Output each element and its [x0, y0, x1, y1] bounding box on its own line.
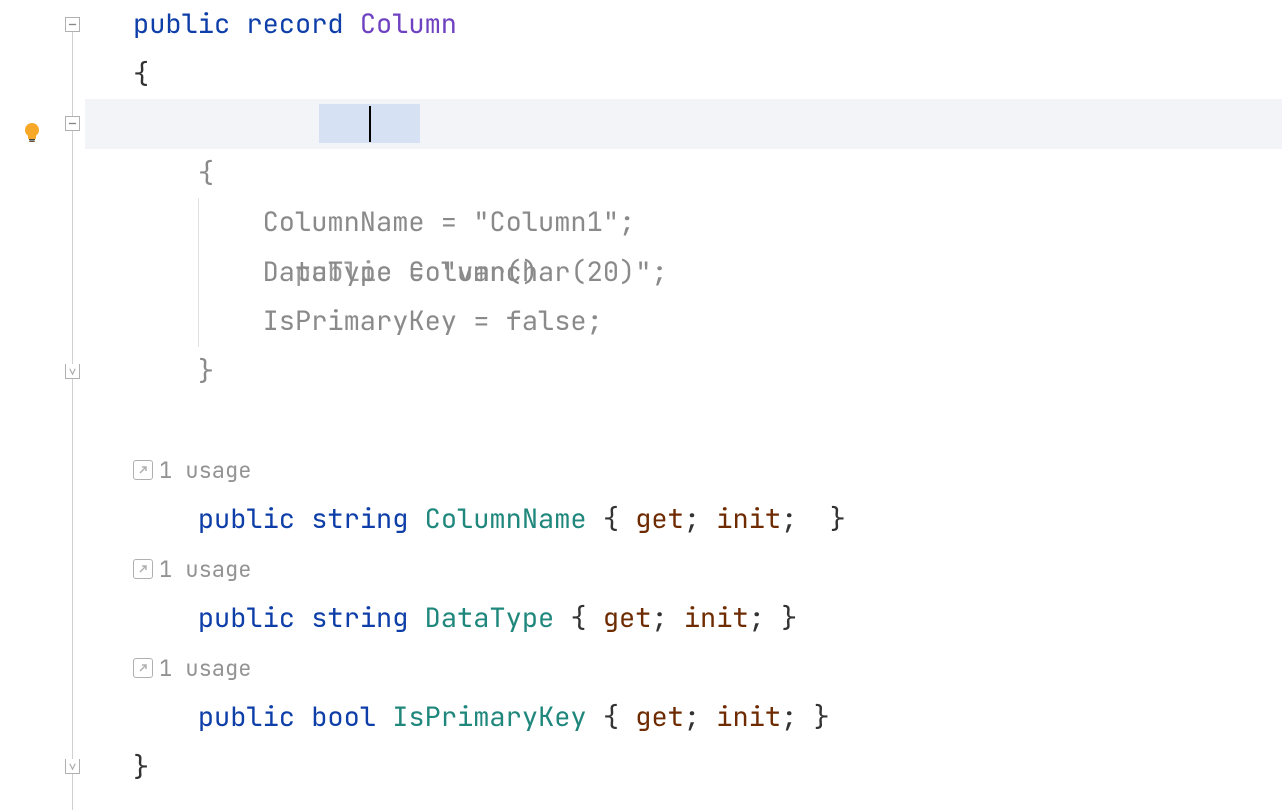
usage-arrow-icon: [133, 658, 153, 678]
code-area[interactable]: public record Column { public Column() {…: [85, 0, 1282, 810]
code-line[interactable]: }: [85, 743, 1282, 793]
gutter: [0, 0, 65, 810]
usage-arrow-icon: [133, 460, 153, 480]
code-line[interactable]: {: [85, 149, 1282, 199]
fold-end-icon[interactable]: [65, 759, 80, 774]
text-caret: [369, 106, 371, 142]
code-line[interactable]: public bool IsPrimaryKey { get; init; }: [85, 693, 1282, 743]
lightbulb-icon[interactable]: [20, 112, 44, 136]
code-editor[interactable]: public record Column { public Column() {…: [0, 0, 1282, 810]
code-line[interactable]: public string DataType { get; init; }: [85, 594, 1282, 644]
usage-inlay[interactable]: 1 usage: [85, 545, 1282, 595]
usage-count: 1 usage: [159, 446, 251, 496]
fold-toggle-icon[interactable]: [65, 116, 80, 131]
code-line[interactable]: public string ColumnName { get; init; }: [85, 495, 1282, 545]
blank-line[interactable]: [85, 396, 1282, 446]
code-line[interactable]: ColumnName = "Column1";: [85, 198, 1282, 248]
code-line[interactable]: }: [85, 347, 1282, 397]
code-line[interactable]: IsPrimaryKey = false;: [85, 297, 1282, 347]
code-line[interactable]: public record Column: [85, 0, 1282, 50]
usage-inlay[interactable]: 1 usage: [85, 446, 1282, 496]
code-line[interactable]: DataType = "varchar(20)";: [85, 248, 1282, 298]
code-line-current[interactable]: public Column(): [85, 99, 1282, 149]
usage-count: 1 usage: [159, 545, 251, 595]
code-line[interactable]: {: [85, 50, 1282, 100]
fold-end-icon[interactable]: [65, 364, 80, 379]
usage-arrow-icon: [133, 559, 153, 579]
fold-toggle-icon[interactable]: [65, 17, 80, 32]
fold-column: [65, 0, 85, 810]
usage-count: 1 usage: [159, 644, 251, 694]
usage-inlay[interactable]: 1 usage: [85, 644, 1282, 694]
